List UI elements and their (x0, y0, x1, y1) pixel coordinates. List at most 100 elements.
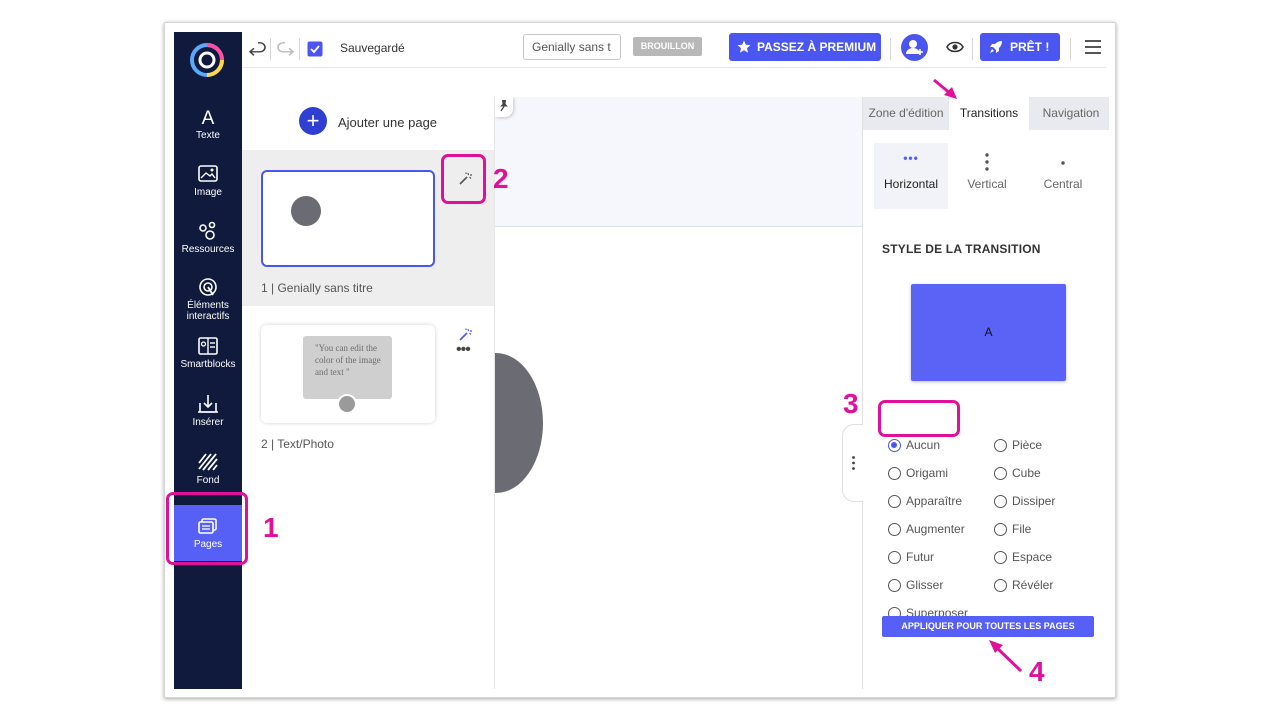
nav-item-label: Éléments interactifs (186, 300, 230, 322)
saved-check-icon (307, 41, 323, 57)
premium-button[interactable]: PASSEZ À PREMIUM (729, 33, 881, 61)
nav-item-label: Smartblocks (180, 359, 236, 370)
radio-circle (994, 439, 1007, 452)
nav-item-background[interactable]: Fond (174, 451, 242, 486)
direction-label: Horizontal (883, 177, 939, 191)
svg-text:A: A (202, 108, 215, 128)
add-page-label: Ajouter une page (338, 115, 438, 130)
radio-circle (994, 495, 1007, 508)
eye-icon[interactable] (946, 40, 964, 54)
radio-label: Pièce (1012, 438, 1043, 452)
annotation-box-1 (166, 492, 248, 565)
radio-label: Augmenter (906, 522, 965, 536)
ready-button[interactable]: PRÊT ! (980, 33, 1060, 61)
nav-item-insert[interactable]: Insérer (174, 393, 242, 428)
add-collaborator-button[interactable] (901, 34, 928, 61)
smartblocks-icon (198, 337, 218, 355)
editor-canvas[interactable] (494, 97, 862, 689)
radio-label: Dissiper (1012, 494, 1056, 508)
nav-item-image[interactable]: Image (174, 163, 242, 198)
divider (270, 38, 271, 60)
radio-label: Origami (906, 466, 949, 480)
page-thumbnail-2[interactable]: "You can edit the color of the image and… (261, 325, 435, 423)
draft-badge: BROUILLON (633, 37, 702, 56)
direction-central[interactable]: Central (1026, 143, 1100, 209)
radio-circle (994, 551, 1007, 564)
direction-horizontal[interactable]: ••• Horizontal (874, 143, 948, 209)
left-toolbar: A Texte Image Ressources Éléments intera… (174, 32, 242, 689)
avatar (337, 394, 357, 414)
radio-circle (994, 523, 1007, 536)
divider (890, 38, 891, 60)
canvas-circle-shape[interactable] (495, 353, 543, 493)
annotation-number-4: 4 (1029, 656, 1045, 687)
apply-all-pages-button[interactable]: APPLIQUER POUR TOUTES LES PAGES (882, 616, 1094, 637)
nav-item-smartblocks[interactable]: Smartblocks (174, 335, 242, 370)
top-bar: Sauvegardé Genially sans t BROUILLON PAS… (242, 32, 1106, 68)
radio-label: Futur (906, 550, 935, 564)
transition-style-title: STYLE DE LA TRANSITION (882, 242, 1041, 256)
tab-edit-zone[interactable]: Zone d'édition (863, 97, 949, 130)
plus-icon: + (299, 107, 327, 135)
vertical-dots-icon (985, 153, 989, 171)
radio-circle (888, 495, 901, 508)
nav-item-resources[interactable]: Ressources (174, 220, 242, 255)
direction-vertical[interactable]: Vertical (950, 143, 1024, 209)
tab-navigation[interactable]: Navigation (1033, 97, 1109, 130)
nav-item-interactive[interactable]: Éléments interactifs (174, 276, 242, 322)
direction-label: Central (1043, 177, 1083, 191)
speech-bubble: "You can edit the color of the image and… (303, 336, 392, 399)
pin-icon (500, 100, 508, 112)
canvas-upper-area (495, 97, 862, 227)
annotation-box-3 (878, 400, 960, 437)
radio-circle (994, 579, 1007, 592)
genially-logo-icon (190, 43, 224, 77)
annotation-number-3: 3 (843, 388, 859, 419)
annotation-number-1: 1 (263, 512, 279, 543)
nav-item-label: Insérer (192, 417, 224, 428)
rocket-icon (990, 41, 1002, 53)
radio-circle (888, 523, 901, 536)
more-options-icon[interactable]: ••• (456, 341, 471, 359)
radio-label: Aucun (906, 438, 941, 452)
radio-circle (888, 579, 901, 592)
properties-panel: Zone d'édition Transitions Navigation ••… (842, 97, 1109, 689)
nav-item-label: Texte (196, 130, 220, 141)
radio-circle (994, 467, 1007, 480)
pin-tab[interactable] (495, 97, 513, 117)
vertical-dots-icon (852, 456, 855, 470)
nav-item-label: Fond (196, 475, 220, 486)
nav-item-text[interactable]: A Texte (174, 106, 242, 141)
hamburger-menu-icon[interactable] (1084, 39, 1102, 55)
radio-circle (888, 551, 901, 564)
premium-button-label: PASSEZ À PREMIUM (757, 40, 877, 54)
page-label-1: 1 | Genially sans titre (261, 281, 373, 295)
app-window: A Texte Image Ressources Éléments intera… (164, 22, 1116, 698)
interactive-icon (199, 278, 217, 296)
center-dot-icon (1061, 161, 1065, 165)
slide-stage: A Texte Image Ressources Éléments intera… (0, 0, 1280, 720)
panel-collapse-handle[interactable] (842, 424, 863, 502)
text-icon: A (202, 108, 215, 128)
project-title-input[interactable]: Genially sans t (523, 34, 621, 60)
panel-tabs: Zone d'édition Transitions Navigation (863, 97, 1109, 130)
saved-status: Sauvegardé (340, 41, 405, 55)
radio-label: Espace (1012, 550, 1053, 564)
circle-shape (291, 196, 321, 226)
page-thumbnail-1[interactable] (261, 170, 435, 267)
transition-preview: A (911, 284, 1066, 381)
tab-transitions[interactable]: Transitions (949, 97, 1029, 130)
direction-label: Vertical (967, 177, 1007, 191)
image-icon (198, 165, 218, 182)
radio-label: Révéler (1012, 578, 1054, 592)
divider (1070, 38, 1071, 60)
radio-circle (888, 467, 901, 480)
add-page-button[interactable]: + Ajouter une page (242, 97, 494, 151)
nav-item-label: Image (194, 187, 222, 198)
undo-icon[interactable] (248, 39, 268, 59)
radio-label: File (1012, 522, 1032, 536)
redo-icon[interactable] (275, 39, 295, 59)
resources-icon (199, 221, 216, 240)
radio-label: Cube (1012, 466, 1041, 480)
user-add-icon (906, 40, 923, 55)
